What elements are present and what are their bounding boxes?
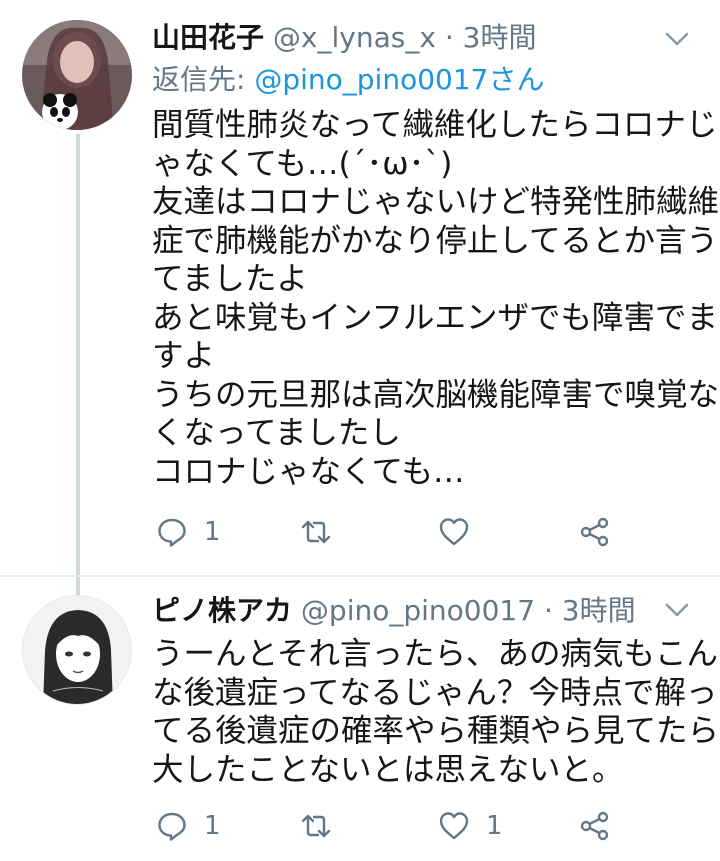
reply-icon [158, 812, 186, 841]
heart-icon [439, 812, 469, 840]
separator: · [444, 21, 454, 54]
tweet-header: ピノ株アカ @pino_pino0017 · 3時間 [152, 591, 636, 631]
avatar[interactable] [22, 595, 132, 705]
share-button[interactable] [579, 804, 611, 848]
tweet-text: 間質性肺炎なって繊維化したらコロナじ ゃなくても…(´･ω･`) 友達はコロナじ… [152, 106, 720, 491]
tweet[interactable]: ピノ株アカ @pino_pino0017 · 3時間 うーんとそれ言ったら、あの… [0, 577, 720, 861]
tweet-text-line: 大したことないとは思えないと。 [152, 751, 624, 788]
like-button[interactable]: 1 [438, 804, 503, 848]
reply-icon [158, 518, 186, 547]
heart-icon [439, 518, 469, 546]
user-handle[interactable]: @pino_pino0017 [301, 594, 535, 627]
tweet-actions: 1 [152, 510, 697, 554]
reply-button[interactable]: 1 [156, 804, 221, 848]
tweet-text-line: てる後遺症の確率やら種類やら見てたら [152, 713, 720, 749]
tweet-text-line: な後遺症ってなるじゃん？今時点で解っ [152, 674, 718, 711]
thread-line [76, 577, 80, 595]
tweet-text: うーんとそれ言ったら、あの病気もこん な後遺症ってなるじゃん？今時点で解っ てる… [152, 635, 720, 789]
reply-count: 1 [204, 517, 221, 547]
timestamp[interactable]: 3時間 [463, 21, 537, 54]
tweet-actions: 1 1 [152, 804, 697, 848]
tweet-text-line: 間質性肺炎なって繊維化したらコロナじ [152, 107, 718, 143]
share-icon [580, 517, 609, 547]
like-count: 1 [486, 811, 503, 841]
tweet-text-line: てましたよ [152, 261, 308, 297]
reply-prefix: 返信先: [152, 63, 255, 96]
tweet-text-line: うちの元旦那は高次脳機能障害で嗅覚な [152, 376, 720, 413]
tweet-text-line: すよ [152, 338, 216, 374]
tweet-text-line: うーんとそれ言ったら、あの病気もこん [152, 636, 719, 672]
share-button[interactable] [579, 510, 611, 554]
tweet-text-line: コロナじゃなくても… [152, 453, 465, 490]
retweet-icon [301, 814, 331, 838]
tweet-text-line: あと味覚もインフルエンザでも障害でま [152, 299, 719, 336]
avatar[interactable] [22, 20, 132, 130]
tweet-text-line: 友達はコロナじゃないけど特発性肺繊維 [152, 184, 720, 220]
reply-context: 返信先: @pino_pino0017さん [152, 60, 544, 100]
tweet-text-line: ゃなくても…(´･ω･`) [152, 145, 453, 182]
mention-link[interactable]: @pino_pino0017さん [254, 63, 544, 96]
like-button[interactable] [438, 510, 486, 554]
display-name[interactable]: 山田花子 [152, 21, 264, 54]
display-name[interactable]: ピノ株アカ [152, 594, 292, 627]
tweet-text-line: くなってましたし [152, 415, 401, 451]
retweet-button[interactable] [300, 510, 348, 554]
tweet-text-line: 症で肺機能がかなり停止してるとか言う [152, 222, 719, 259]
chevron-down-icon[interactable] [664, 597, 690, 623]
retweet-button[interactable] [300, 804, 348, 848]
tweet-header: 山田花子 @x_lynas_x · 3時間 [152, 18, 536, 58]
share-icon [580, 811, 609, 841]
reply-button[interactable]: 1 [156, 510, 221, 554]
reply-count: 1 [204, 811, 221, 841]
separator: · [543, 594, 553, 627]
chevron-down-icon[interactable] [664, 26, 690, 52]
user-handle[interactable]: @x_lynas_x [273, 21, 436, 54]
tweet[interactable]: 山田花子 @x_lynas_x · 3時間 返信先: @pino_pino001… [0, 0, 720, 575]
thread-line [76, 134, 80, 575]
timestamp[interactable]: 3時間 [562, 594, 636, 627]
retweet-icon [301, 520, 331, 544]
